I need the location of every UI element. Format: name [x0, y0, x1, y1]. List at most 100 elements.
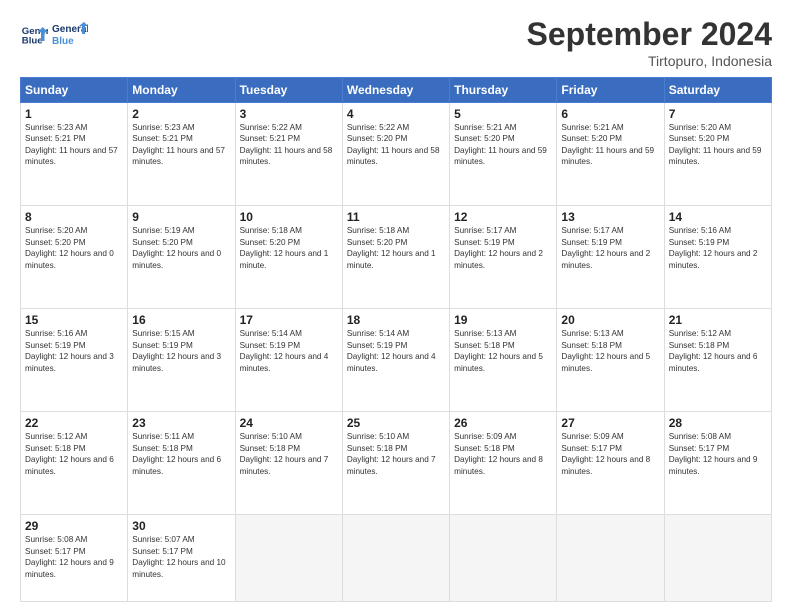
calendar-cell: 30 Sunrise: 5:07 AM Sunset: 5:17 PM Dayl…	[128, 515, 235, 602]
day-info: Sunrise: 5:10 AM Sunset: 5:18 PM Dayligh…	[347, 431, 445, 477]
calendar-week-row: 22 Sunrise: 5:12 AM Sunset: 5:18 PM Dayl…	[21, 412, 772, 515]
calendar-cell: 29 Sunrise: 5:08 AM Sunset: 5:17 PM Dayl…	[21, 515, 128, 602]
calendar-cell: 21 Sunrise: 5:12 AM Sunset: 5:18 PM Dayl…	[664, 309, 771, 412]
day-number: 14	[669, 210, 767, 224]
day-info: Sunrise: 5:16 AM Sunset: 5:19 PM Dayligh…	[25, 328, 123, 374]
day-info: Sunrise: 5:23 AM Sunset: 5:21 PM Dayligh…	[25, 122, 123, 168]
header: General Blue General Blue September 2024…	[20, 16, 772, 69]
day-number: 28	[669, 416, 767, 430]
day-info: Sunrise: 5:16 AM Sunset: 5:19 PM Dayligh…	[669, 225, 767, 271]
weekday-header-friday: Friday	[557, 78, 664, 103]
day-number: 22	[25, 416, 123, 430]
day-number: 30	[132, 519, 230, 533]
calendar-cell: 7 Sunrise: 5:20 AM Sunset: 5:20 PM Dayli…	[664, 103, 771, 206]
calendar-week-row: 29 Sunrise: 5:08 AM Sunset: 5:17 PM Dayl…	[21, 515, 772, 602]
day-number: 16	[132, 313, 230, 327]
day-info: Sunrise: 5:19 AM Sunset: 5:20 PM Dayligh…	[132, 225, 230, 271]
day-number: 27	[561, 416, 659, 430]
weekday-header-saturday: Saturday	[664, 78, 771, 103]
day-number: 20	[561, 313, 659, 327]
day-number: 12	[454, 210, 552, 224]
calendar-page: General Blue General Blue September 2024…	[0, 0, 792, 612]
calendar-cell	[235, 515, 342, 602]
day-info: Sunrise: 5:11 AM Sunset: 5:18 PM Dayligh…	[132, 431, 230, 477]
day-number: 17	[240, 313, 338, 327]
calendar-cell: 24 Sunrise: 5:10 AM Sunset: 5:18 PM Dayl…	[235, 412, 342, 515]
day-number: 1	[25, 107, 123, 121]
day-info: Sunrise: 5:14 AM Sunset: 5:19 PM Dayligh…	[240, 328, 338, 374]
day-info: Sunrise: 5:21 AM Sunset: 5:20 PM Dayligh…	[561, 122, 659, 168]
calendar-cell: 15 Sunrise: 5:16 AM Sunset: 5:19 PM Dayl…	[21, 309, 128, 412]
calendar-cell: 20 Sunrise: 5:13 AM Sunset: 5:18 PM Dayl…	[557, 309, 664, 412]
calendar-week-row: 8 Sunrise: 5:20 AM Sunset: 5:20 PM Dayli…	[21, 206, 772, 309]
calendar-cell: 11 Sunrise: 5:18 AM Sunset: 5:20 PM Dayl…	[342, 206, 449, 309]
day-info: Sunrise: 5:12 AM Sunset: 5:18 PM Dayligh…	[25, 431, 123, 477]
title-block: September 2024 Tirtopuro, Indonesia	[527, 16, 772, 69]
calendar-cell: 17 Sunrise: 5:14 AM Sunset: 5:19 PM Dayl…	[235, 309, 342, 412]
calendar-cell: 13 Sunrise: 5:17 AM Sunset: 5:19 PM Dayl…	[557, 206, 664, 309]
calendar-cell: 16 Sunrise: 5:15 AM Sunset: 5:19 PM Dayl…	[128, 309, 235, 412]
weekday-header-row: SundayMondayTuesdayWednesdayThursdayFrid…	[21, 78, 772, 103]
day-number: 13	[561, 210, 659, 224]
calendar-cell: 23 Sunrise: 5:11 AM Sunset: 5:18 PM Dayl…	[128, 412, 235, 515]
svg-text:Blue: Blue	[52, 36, 74, 47]
calendar-week-row: 15 Sunrise: 5:16 AM Sunset: 5:19 PM Dayl…	[21, 309, 772, 412]
calendar-cell	[342, 515, 449, 602]
logo-bird-icon: General Blue	[52, 16, 88, 52]
day-info: Sunrise: 5:12 AM Sunset: 5:18 PM Dayligh…	[669, 328, 767, 374]
month-title: September 2024	[527, 16, 772, 53]
day-info: Sunrise: 5:20 AM Sunset: 5:20 PM Dayligh…	[669, 122, 767, 168]
calendar-cell: 5 Sunrise: 5:21 AM Sunset: 5:20 PM Dayli…	[450, 103, 557, 206]
weekday-header-thursday: Thursday	[450, 78, 557, 103]
day-number: 9	[132, 210, 230, 224]
day-number: 15	[25, 313, 123, 327]
calendar-cell	[664, 515, 771, 602]
calendar-cell: 10 Sunrise: 5:18 AM Sunset: 5:20 PM Dayl…	[235, 206, 342, 309]
day-number: 18	[347, 313, 445, 327]
day-info: Sunrise: 5:21 AM Sunset: 5:20 PM Dayligh…	[454, 122, 552, 168]
calendar-cell: 2 Sunrise: 5:23 AM Sunset: 5:21 PM Dayli…	[128, 103, 235, 206]
day-info: Sunrise: 5:14 AM Sunset: 5:19 PM Dayligh…	[347, 328, 445, 374]
calendar-cell: 14 Sunrise: 5:16 AM Sunset: 5:19 PM Dayl…	[664, 206, 771, 309]
calendar-cell	[450, 515, 557, 602]
day-number: 29	[25, 519, 123, 533]
day-number: 4	[347, 107, 445, 121]
weekday-header-wednesday: Wednesday	[342, 78, 449, 103]
day-number: 11	[347, 210, 445, 224]
calendar-cell: 18 Sunrise: 5:14 AM Sunset: 5:19 PM Dayl…	[342, 309, 449, 412]
calendar-cell: 28 Sunrise: 5:08 AM Sunset: 5:17 PM Dayl…	[664, 412, 771, 515]
calendar-cell: 19 Sunrise: 5:13 AM Sunset: 5:18 PM Dayl…	[450, 309, 557, 412]
day-number: 8	[25, 210, 123, 224]
logo-icon: General Blue	[20, 20, 48, 48]
day-number: 24	[240, 416, 338, 430]
day-number: 7	[669, 107, 767, 121]
calendar-cell: 8 Sunrise: 5:20 AM Sunset: 5:20 PM Dayli…	[21, 206, 128, 309]
calendar-table: SundayMondayTuesdayWednesdayThursdayFrid…	[20, 77, 772, 602]
calendar-cell: 12 Sunrise: 5:17 AM Sunset: 5:19 PM Dayl…	[450, 206, 557, 309]
day-info: Sunrise: 5:20 AM Sunset: 5:20 PM Dayligh…	[25, 225, 123, 271]
day-number: 6	[561, 107, 659, 121]
calendar-week-row: 1 Sunrise: 5:23 AM Sunset: 5:21 PM Dayli…	[21, 103, 772, 206]
day-number: 23	[132, 416, 230, 430]
weekday-header-sunday: Sunday	[21, 78, 128, 103]
day-info: Sunrise: 5:08 AM Sunset: 5:17 PM Dayligh…	[25, 534, 123, 580]
day-number: 5	[454, 107, 552, 121]
day-number: 26	[454, 416, 552, 430]
location: Tirtopuro, Indonesia	[527, 53, 772, 69]
day-info: Sunrise: 5:17 AM Sunset: 5:19 PM Dayligh…	[561, 225, 659, 271]
day-info: Sunrise: 5:22 AM Sunset: 5:20 PM Dayligh…	[347, 122, 445, 168]
svg-text:Blue: Blue	[22, 36, 43, 47]
calendar-cell: 27 Sunrise: 5:09 AM Sunset: 5:17 PM Dayl…	[557, 412, 664, 515]
day-number: 2	[132, 107, 230, 121]
calendar-cell: 4 Sunrise: 5:22 AM Sunset: 5:20 PM Dayli…	[342, 103, 449, 206]
day-info: Sunrise: 5:15 AM Sunset: 5:19 PM Dayligh…	[132, 328, 230, 374]
day-number: 3	[240, 107, 338, 121]
calendar-cell: 6 Sunrise: 5:21 AM Sunset: 5:20 PM Dayli…	[557, 103, 664, 206]
day-info: Sunrise: 5:18 AM Sunset: 5:20 PM Dayligh…	[240, 225, 338, 271]
day-info: Sunrise: 5:13 AM Sunset: 5:18 PM Dayligh…	[454, 328, 552, 374]
day-info: Sunrise: 5:23 AM Sunset: 5:21 PM Dayligh…	[132, 122, 230, 168]
weekday-header-monday: Monday	[128, 78, 235, 103]
weekday-header-tuesday: Tuesday	[235, 78, 342, 103]
calendar-cell: 3 Sunrise: 5:22 AM Sunset: 5:21 PM Dayli…	[235, 103, 342, 206]
calendar-cell	[557, 515, 664, 602]
